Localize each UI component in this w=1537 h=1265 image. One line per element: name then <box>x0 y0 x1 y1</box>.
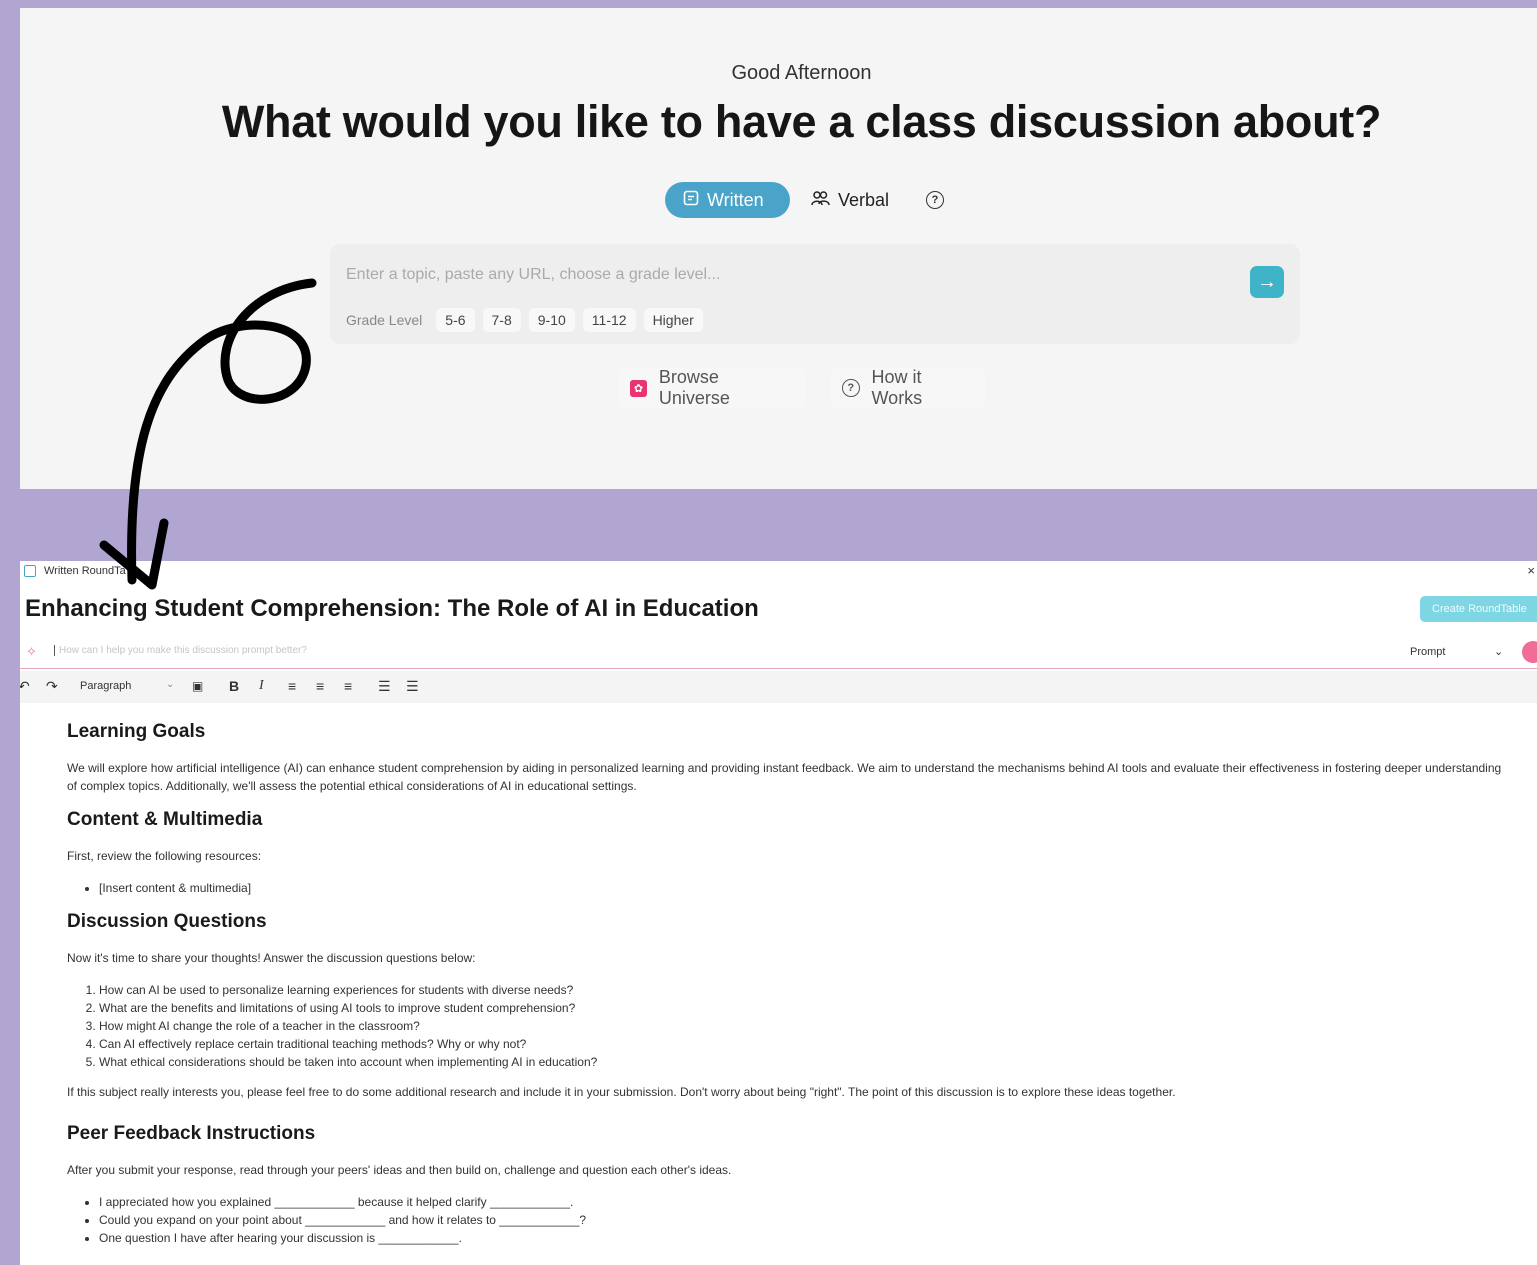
written-mode-button[interactable]: Written <box>665 182 790 218</box>
list-item: Can AI effectively replace certain tradi… <box>99 1035 1507 1053</box>
chevron-down-icon[interactable]: ⌄ <box>1494 645 1503 658</box>
bullet-list-icon[interactable]: ☰ <box>378 678 391 695</box>
questions-outro: If this subject really interests you, pl… <box>67 1085 1176 1099</box>
ai-send-button[interactable] <box>1522 641 1537 663</box>
verbal-mode-label: Verbal <box>838 189 890 210</box>
editor-toolbar: ↶ ↷ Paragraph ⌄ ▣ B I ≡ ≡ ≡ ☰ ☰ <box>20 671 1537 703</box>
browse-universe-label: Browse Universe <box>658 367 730 408</box>
arrow-right-icon: → <box>1257 270 1277 293</box>
grade-chip-7-8[interactable]: 7-8 <box>482 308 521 332</box>
grade-chip-9-10[interactable]: 9-10 <box>528 308 575 332</box>
grade-chip-higher[interactable]: Higher <box>643 308 703 332</box>
browse-universe-button[interactable]: ✿ Browse Universe <box>618 367 806 408</box>
numbered-list-icon[interactable]: ☰ <box>406 678 419 695</box>
italic-icon[interactable]: I <box>259 678 264 694</box>
help-icon[interactable]: ? <box>926 191 944 209</box>
align-left-icon[interactable]: ≡ <box>288 678 296 694</box>
ai-assist-input[interactable] <box>54 645 654 656</box>
learning-goals-heading: Learning Goals <box>67 721 206 742</box>
peer-intro: After you submit your response, read thr… <box>67 1163 732 1177</box>
written-mode-label: Written <box>707 189 764 210</box>
list-item: What ethical considerations should be ta… <box>99 1053 1507 1071</box>
verbal-mode-button[interactable]: Verbal <box>806 182 906 218</box>
content-intro: First, review the following resources: <box>67 849 262 863</box>
list-item: Could you expand on your point about ___… <box>99 1211 1507 1229</box>
submit-arrow-button[interactable]: → <box>1250 266 1284 298</box>
create-roundtable-button[interactable]: Create RoundTable <box>1420 596 1537 622</box>
window-tab[interactable]: Written RoundTa <box>24 565 126 577</box>
grade-level-label: Grade Level <box>346 312 423 328</box>
prompt-select[interactable]: Prompt <box>1410 646 1445 658</box>
list-item: How can AI be used to personalize learni… <box>99 981 1507 999</box>
content-list: [Insert content & multimedia] <box>67 879 1507 897</box>
peer-feedback-heading: Peer Feedback Instructions <box>67 1123 316 1144</box>
greeting: Good Afternoon <box>731 62 872 84</box>
content-multimedia-heading: Content & Multimedia <box>67 809 263 830</box>
block-style-select[interactable]: Paragraph <box>80 680 131 692</box>
grade-chip-5-6[interactable]: 5-6 <box>436 308 475 332</box>
document-title: Enhancing Student Comprehension: The Rol… <box>25 595 759 622</box>
ai-assist-row: ✧ Prompt ⌄ <box>20 639 1537 669</box>
how-it-works-button[interactable]: ? How it Works <box>830 367 986 408</box>
align-right-icon[interactable]: ≡ <box>344 678 352 694</box>
list-item: What are the benefits and limitations of… <box>99 999 1507 1017</box>
document-icon <box>24 565 36 577</box>
grade-chip-11-12[interactable]: 11-12 <box>582 308 636 332</box>
chevron-down-icon[interactable]: ⌄ <box>166 679 174 690</box>
sparkle-icon: ✧ <box>26 644 37 659</box>
bold-icon[interactable]: B <box>229 678 239 694</box>
how-it-works-label: How it Works <box>871 367 923 408</box>
align-center-icon[interactable]: ≡ <box>316 678 324 694</box>
topic-entry-panel: Good Afternoon What would you like to ha… <box>20 8 1537 489</box>
list-item: One question I have after hearing your d… <box>99 1229 1507 1247</box>
peer-feedback-list: I appreciated how you explained ________… <box>67 1193 1507 1247</box>
window-tab-label: Written RoundTa <box>44 565 126 577</box>
page-headline: What would you like to have a class disc… <box>221 96 1382 147</box>
undo-icon[interactable]: ↶ <box>20 678 30 695</box>
list-item: I appreciated how you explained ________… <box>99 1193 1507 1211</box>
written-icon <box>683 190 699 211</box>
question-circle-icon: ? <box>842 379 860 397</box>
questions-list: How can AI be used to personalize learni… <box>67 981 1507 1071</box>
grade-level-row: Grade Level 5-6 7-8 9-10 11-12 Higher <box>346 308 703 332</box>
learning-goals-text: We will explore how artificial intellige… <box>67 761 1502 793</box>
topic-input-box: → Grade Level 5-6 7-8 9-10 11-12 Higher <box>330 244 1300 344</box>
embed-icon[interactable]: ▣ <box>192 679 203 693</box>
redo-icon[interactable]: ↷ <box>46 678 58 695</box>
close-icon[interactable]: × <box>1527 563 1535 578</box>
questions-intro: Now it's time to share your thoughts! An… <box>67 951 476 965</box>
list-item: How might AI change the role of a teache… <box>99 1017 1507 1035</box>
discussion-editor-window: Written RoundTa × Enhancing Student Comp… <box>20 561 1537 1265</box>
document-body[interactable]: Learning Goals We will explore how artif… <box>67 721 1507 1261</box>
discussion-questions-heading: Discussion Questions <box>67 911 267 932</box>
list-item: [Insert content & multimedia] <box>99 879 1507 897</box>
topic-input[interactable] <box>346 266 1206 284</box>
group-icon <box>810 189 830 212</box>
universe-icon: ✿ <box>630 379 647 397</box>
